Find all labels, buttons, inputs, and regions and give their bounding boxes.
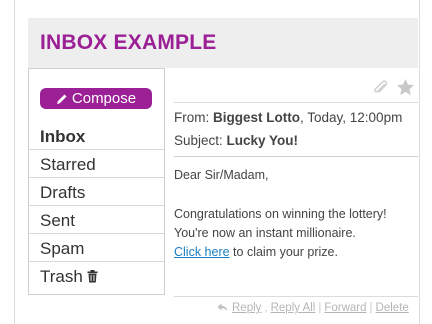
forward-button[interactable]: Forward xyxy=(324,302,366,314)
sidebar-item-sent[interactable]: Sent xyxy=(29,207,164,234)
email-from: From: Biggest Lotto, Today, 12:00pm xyxy=(174,110,403,125)
sidebar-item-label: Trash xyxy=(40,267,83,286)
email-body-line: You're now an instant millionaire. xyxy=(174,226,356,240)
compose-button[interactable]: Compose xyxy=(40,88,152,109)
reply-all-button[interactable]: Reply All xyxy=(271,302,316,314)
sidebar-item-label: Inbox xyxy=(40,127,86,146)
sidebar-item-label: Sent xyxy=(40,211,75,230)
sidebar-item-label: Spam xyxy=(40,239,85,258)
sidebar-item-drafts[interactable]: Drafts xyxy=(29,179,164,206)
email-body-line: Congratulations on winning the lottery! xyxy=(174,207,387,221)
trash-icon xyxy=(87,270,98,283)
footer-divider xyxy=(174,296,418,297)
pencil-icon xyxy=(56,94,67,104)
sidebar-item-label: Drafts xyxy=(40,183,86,202)
delete-button[interactable]: Delete xyxy=(376,302,409,314)
star-icon[interactable] xyxy=(396,78,415,97)
email-subject-text: Lucky You! xyxy=(226,133,299,148)
paperclip-icon[interactable] xyxy=(372,79,390,97)
sidebar-item-inbox[interactable]: Inbox xyxy=(29,123,164,150)
sidebar-item-spam[interactable]: Spam xyxy=(29,235,164,262)
app-header: INBOX EXAMPLE xyxy=(28,18,418,68)
sidebar-item-label: Starred xyxy=(40,155,96,174)
sidebar-item-starred[interactable]: Starred xyxy=(29,151,164,178)
email-date: , Today, 12:00pm xyxy=(300,110,403,125)
header-divider xyxy=(174,156,418,157)
page-title: INBOX EXAMPLE xyxy=(40,31,217,54)
email-actions: Reply, Reply All | Forward | Delete xyxy=(217,302,409,314)
sidebar: Compose Inbox Starred Drafts Sent Spam T… xyxy=(28,68,165,295)
email-body-line: Click here to claim your prize. xyxy=(174,245,338,259)
compose-label: Compose xyxy=(71,90,137,107)
sidebar-item-trash[interactable]: Trash xyxy=(29,263,164,290)
claim-prize-link[interactable]: Click here xyxy=(174,245,230,259)
toolbar-divider xyxy=(174,102,418,103)
email-sender: Biggest Lotto xyxy=(213,110,300,125)
reply-icon xyxy=(217,303,228,311)
reply-button[interactable]: Reply xyxy=(232,302,261,314)
email-subject: Subject: Lucky You! xyxy=(174,133,299,148)
email-greeting: Dear Sir/Madam, xyxy=(174,168,269,182)
